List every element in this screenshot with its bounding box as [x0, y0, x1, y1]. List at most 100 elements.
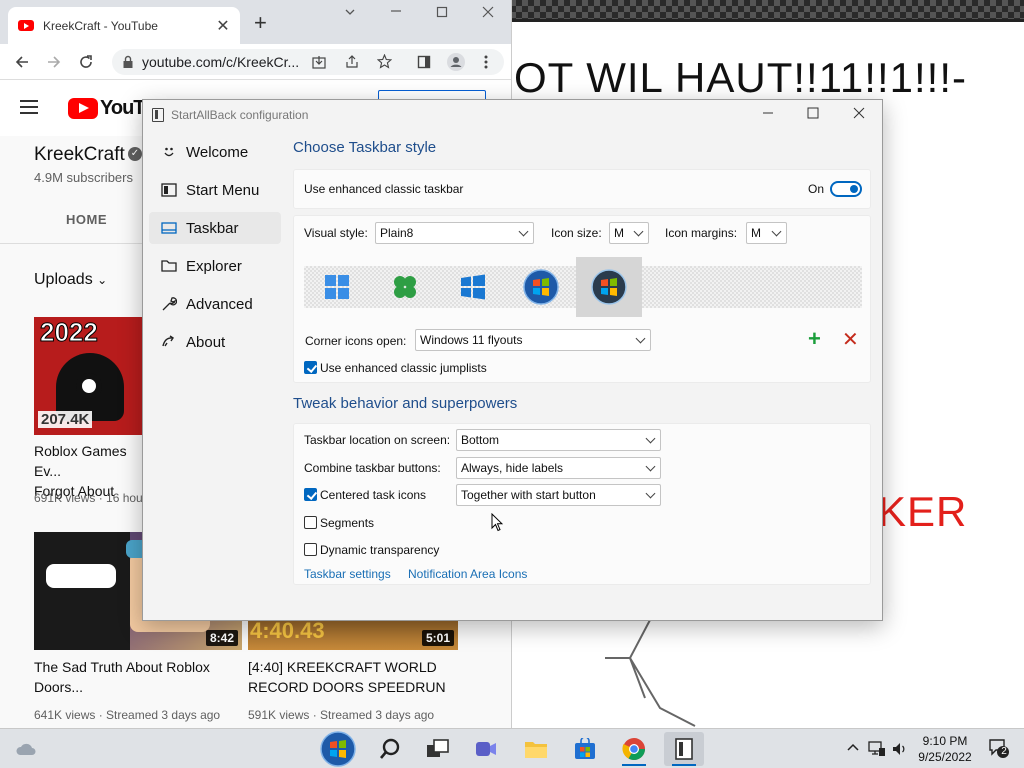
nav-start-menu[interactable]: Start Menu	[149, 174, 281, 206]
sab-navigation: Welcome Start Menu Taskbar Explorer Adva…	[149, 136, 281, 364]
jumplists-checkbox[interactable]	[304, 361, 317, 374]
monster-image	[34, 532, 130, 650]
new-tab-button[interactable]: +	[254, 12, 267, 34]
notification-area-icons-link[interactable]: Notification Area Icons	[408, 567, 527, 581]
video-duration: 8:42	[205, 630, 238, 646]
taskbar-icon	[161, 220, 177, 236]
youtube-favicon-icon	[18, 20, 34, 31]
location-dropdown[interactable]: Bottom	[456, 429, 661, 451]
video-title[interactable]: [4:40] KREEKCRAFT WORLD RECORD DOORS SPE…	[248, 657, 478, 697]
visual-style-dropdown[interactable]: Plain8	[375, 222, 534, 244]
centered-icons-checkbox[interactable]	[304, 488, 317, 501]
nav-label: Welcome	[186, 143, 249, 161]
teams-chat-icon[interactable]	[466, 732, 506, 766]
combine-dropdown[interactable]: Always, hide labels	[456, 457, 661, 479]
tab-home[interactable]: HOME	[66, 212, 107, 227]
file-explorer-icon[interactable]	[516, 732, 556, 766]
nav-label: About	[186, 333, 226, 351]
icon-margins-label: Icon margins:	[665, 226, 738, 240]
windows-7-style-icon[interactable]	[508, 266, 574, 308]
system-clock[interactable]: 9:10 PM 9/25/2022	[912, 733, 978, 765]
windows-11-style-icon[interactable]	[304, 266, 370, 308]
show-hidden-icons-icon[interactable]	[846, 741, 860, 753]
thumbnail-time-text: 4:40.43	[250, 618, 325, 643]
remove-x-icon[interactable]: ✕	[842, 330, 859, 350]
icon-size-label: Icon size:	[551, 226, 602, 240]
eye-image	[76, 373, 102, 399]
add-plus-icon[interactable]: +	[808, 328, 821, 350]
chrome-dropdown-icon[interactable]	[344, 6, 356, 18]
clock-date: 9/25/2022	[918, 750, 972, 764]
sab-content: Choose Taskbar style Use enhanced classi…	[293, 134, 873, 620]
profile-avatar-icon[interactable]	[446, 52, 466, 72]
clover-style-icon[interactable]	[372, 266, 438, 308]
icon-size-dropdown[interactable]: M	[609, 222, 649, 244]
url-text[interactable]: youtube.com/c/KreekCr...	[142, 54, 302, 70]
transparency-checkbox[interactable]	[304, 543, 317, 556]
centered-icons-dropdown[interactable]: Together with start button	[456, 484, 661, 506]
notification-center-icon[interactable]: 2	[988, 737, 1010, 759]
section-title-taskbar-style: Choose Taskbar style	[293, 139, 437, 156]
start-orb-icon[interactable]	[318, 731, 358, 767]
reload-icon[interactable]	[76, 52, 96, 72]
thumbnail-year-text: 2022	[40, 317, 99, 348]
video-thumbnail[interactable]: 2022 207.4K	[34, 317, 142, 435]
forward-arrow-icon[interactable]	[44, 52, 64, 72]
sab-minimize-icon[interactable]	[761, 106, 775, 120]
nav-about[interactable]: About	[149, 326, 281, 358]
close-tab-icon[interactable]: ✕	[216, 16, 230, 36]
hamburger-menu-icon[interactable]	[20, 100, 38, 114]
address-bar[interactable]: youtube.com/c/KreekCr...	[112, 49, 504, 75]
toggle-state-label: On	[808, 182, 825, 196]
search-icon[interactable]	[370, 732, 410, 766]
viewer-top-border	[510, 0, 1024, 22]
startallback-icon[interactable]	[664, 732, 704, 766]
monster-teeth-image	[46, 564, 116, 588]
channel-name: KreekCraft	[34, 144, 125, 165]
sab-close-icon[interactable]	[852, 106, 866, 120]
side-panel-icon[interactable]	[417, 55, 431, 69]
network-icon[interactable]	[868, 741, 886, 757]
startallback-config-window: StartAllBack configuration Welcome Start…	[142, 99, 883, 621]
icon-margins-dropdown[interactable]: M	[746, 222, 787, 244]
lock-icon[interactable]	[122, 55, 134, 69]
more-menu-icon[interactable]	[484, 55, 488, 69]
minimize-icon[interactable]	[390, 4, 402, 18]
nav-advanced[interactable]: Advanced	[149, 288, 281, 320]
transparency-label: Dynamic transparency	[320, 543, 440, 557]
segments-checkbox[interactable]	[304, 516, 317, 529]
sab-window-title: StartAllBack configuration	[171, 108, 309, 122]
windows-10-style-icon[interactable]	[440, 266, 506, 308]
corner-icons-dropdown[interactable]: Windows 11 flyouts	[415, 329, 651, 351]
subscriber-count: 4.9M subscribers	[34, 170, 133, 185]
mouse-cursor-icon	[491, 513, 503, 532]
video-title[interactable]: The Sad Truth About Roblox Doors...	[34, 657, 234, 697]
enhanced-taskbar-toggle[interactable]	[830, 181, 862, 197]
youtube-logo-icon[interactable]	[68, 98, 98, 119]
share-icon[interactable]	[345, 55, 359, 69]
chevron-down-icon	[635, 333, 646, 344]
nav-taskbar[interactable]: Taskbar	[149, 212, 281, 244]
tab-title: KreekCraft - YouTube	[43, 18, 158, 33]
tab-kreekcraft[interactable]: KreekCraft - YouTube ✕	[8, 7, 240, 44]
taskbar-settings-link[interactable]: Taskbar settings	[304, 567, 391, 581]
chevron-down-icon	[518, 226, 529, 237]
volume-icon[interactable]	[892, 741, 908, 757]
location-label: Taskbar location on screen:	[304, 433, 451, 447]
back-arrow-icon[interactable]	[12, 52, 32, 72]
nav-welcome[interactable]: Welcome	[149, 136, 281, 168]
microsoft-store-icon[interactable]	[565, 732, 605, 766]
install-app-icon[interactable]	[312, 55, 326, 69]
bookmark-star-icon[interactable]	[377, 54, 392, 69]
nav-explorer[interactable]: Explorer	[149, 250, 281, 282]
maximize-icon[interactable]	[436, 6, 448, 18]
task-view-icon[interactable]	[418, 732, 458, 766]
sketch-lines	[605, 619, 696, 727]
sab-maximize-icon[interactable]	[806, 106, 820, 120]
uploads-dropdown[interactable]: Uploads ⌄	[34, 271, 107, 289]
chrome-icon[interactable]	[614, 732, 654, 766]
windows-vista-style-icon[interactable]	[576, 257, 642, 317]
sab-titlebar[interactable]: StartAllBack configuration	[143, 100, 882, 130]
weather-widget-icon[interactable]	[6, 732, 46, 766]
close-window-icon[interactable]	[482, 6, 494, 18]
